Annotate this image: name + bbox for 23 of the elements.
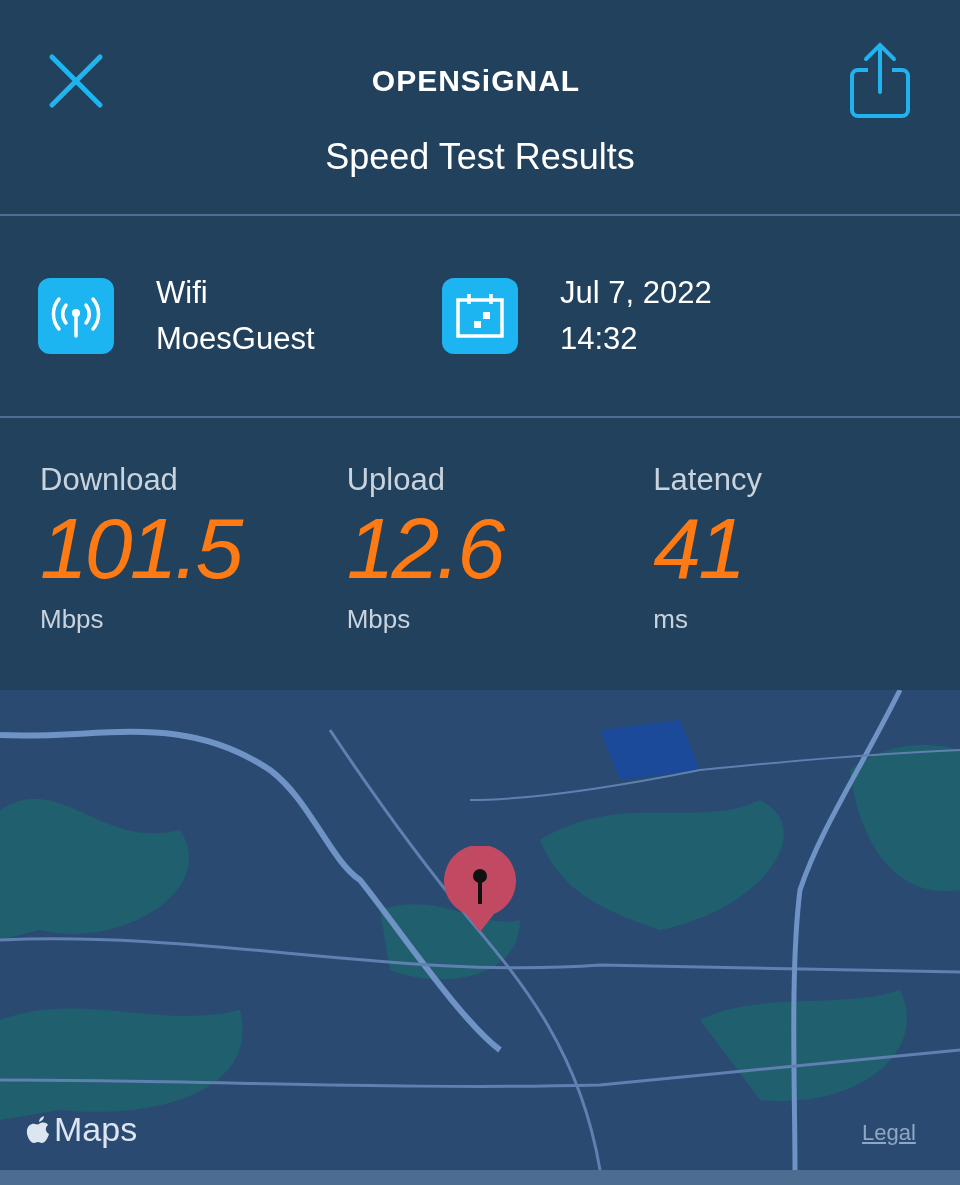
info-text: MoesGuest — [156, 320, 315, 358]
metric-unit: Mbps — [346, 604, 411, 635]
legal-link[interactable]: Legal — [862, 1120, 916, 1146]
metric-label: Latency — [653, 462, 762, 498]
metric-value: 12.6 — [346, 499, 503, 598]
calendar-icon — [442, 278, 518, 354]
close-button[interactable] — [48, 53, 104, 109]
info-text: Wifi — [156, 274, 209, 312]
metric-label: Download — [40, 462, 178, 498]
metric-unit: Mbps — [40, 604, 104, 635]
info-text: Jul 7, 2022 — [560, 274, 712, 312]
metric-value: 41 — [653, 499, 743, 598]
app-logo: OPENSiGNAL — [371, 64, 581, 97]
map-pin-icon — [442, 846, 518, 934]
share-button[interactable] — [848, 42, 912, 120]
map-attribution: Maps — [54, 1110, 138, 1149]
metric-label: Upload — [346, 462, 445, 498]
metric-value: 101.5 — [40, 499, 241, 598]
metric-unit: ms — [653, 604, 688, 635]
apple-icon — [26, 1114, 52, 1145]
info-text: 14:32 — [560, 320, 639, 358]
page-title: Speed Test Results — [324, 136, 636, 178]
antenna-icon — [38, 278, 114, 354]
